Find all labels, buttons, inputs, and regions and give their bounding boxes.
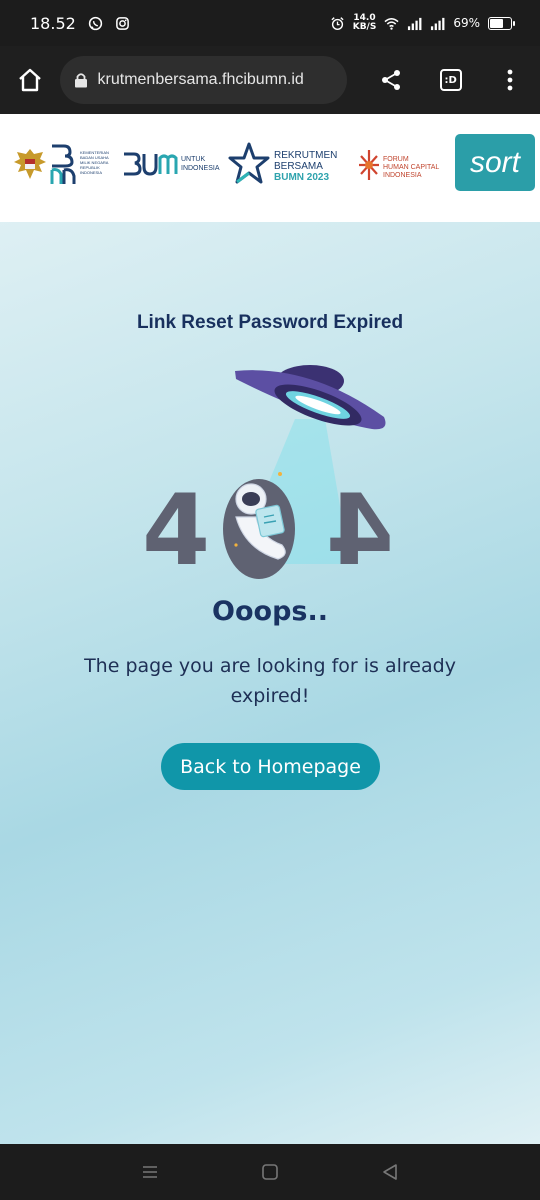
battery-fill: [490, 18, 503, 28]
more-vert-icon: [507, 69, 513, 91]
signal-icon: [408, 17, 422, 30]
tab-switcher-button[interactable]: :D: [421, 46, 481, 114]
tab-switcher-icon: :D: [439, 69, 462, 91]
rekrutmen-line1: REKRUTMEN: [274, 150, 338, 161]
web-page: KEMENTERIAN BADAN USAHA MILIK NEGARA REP…: [0, 114, 540, 1144]
logo-strip: KEMENTERIAN BADAN USAHA MILIK NEGARA REP…: [0, 114, 540, 222]
android-nav-bar: [0, 1144, 540, 1200]
browser-toolbar: krutmenbersama.fhcibumn.id :D: [0, 46, 540, 114]
home-icon: [18, 68, 41, 92]
recents-button[interactable]: [130, 1152, 170, 1192]
error-message: The page you are looking for is already …: [84, 655, 456, 707]
back-triangle-icon: [383, 1164, 397, 1180]
home-square-icon: [262, 1164, 278, 1180]
oops-heading: Ooops..: [212, 596, 328, 627]
digit-right: 4: [326, 474, 394, 588]
status-time: 18.52: [30, 13, 76, 33]
battery-percent: 69%: [453, 16, 480, 30]
rekrutmen-star-logo-icon: [228, 142, 270, 184]
page-heading: Link Reset Password Expired: [136, 312, 404, 333]
phone-screen: 18.52 14.0 KB/S 69% krutmenbersama.fhcib…: [0, 0, 540, 1200]
forum-line2: HUMAN CAPITAL: [383, 164, 440, 171]
back-to-homepage-button[interactable]: Back to Homepage: [161, 743, 380, 790]
forum-hci-text: FORUM HUMAN CAPITAL INDONESIA: [383, 156, 439, 180]
status-right: 14.0 KB/S 69%: [330, 14, 515, 32]
instagram-icon: [115, 16, 129, 30]
bumn-untuk-text: UNTUK: [181, 156, 206, 163]
forum-line3: INDONESIA: [383, 172, 422, 179]
url-text: krutmenbersama.fhcibumn.id: [97, 71, 304, 88]
rekrutmen-line2: BERSAMA: [274, 161, 323, 172]
battery-icon: [488, 16, 515, 30]
lock-icon: [74, 73, 87, 88]
back-nav-button[interactable]: [370, 1152, 410, 1192]
signal-icon: [431, 17, 445, 30]
kementerian-text: KEMENTERIAN BADAN USAHA MILIK NEGARA REP…: [80, 150, 109, 175]
forum-line1: FORUM: [383, 156, 409, 163]
status-bar: 18.52 14.0 KB/S 69%: [0, 0, 540, 46]
bumn-untuk-indonesia-logo-icon: [124, 152, 178, 176]
garuda-emblem-icon: [14, 149, 46, 179]
more-menu-button[interactable]: [480, 46, 540, 114]
net-speed-unit: KB/S: [352, 22, 377, 32]
wifi-icon: [384, 17, 399, 30]
home-nav-button[interactable]: [250, 1152, 290, 1192]
share-icon: [382, 70, 401, 90]
bumn-indonesia-text: INDONESIA: [181, 165, 220, 172]
rekrutmen-line3: BUMN 2023: [274, 172, 330, 183]
digit-left: 4: [142, 474, 210, 588]
home-button[interactable]: [0, 46, 60, 114]
bumn-untuk-indonesia-text: UNTUK INDONESIA: [181, 155, 220, 173]
sort-logo: sort: [455, 134, 535, 191]
url-bar[interactable]: krutmenbersama.fhcibumn.id: [59, 56, 348, 104]
ufo-404-illustration: 4 4: [142, 365, 394, 588]
whatsapp-icon: [88, 16, 102, 30]
net-speed: 14.0 KB/S: [353, 14, 377, 32]
forum-hci-logo-icon: [359, 150, 379, 180]
kementerian-bumn-logo-icon: [50, 144, 76, 184]
status-left: 18.52: [30, 14, 130, 33]
share-button[interactable]: [361, 46, 421, 114]
alarm-icon: [331, 16, 344, 30]
recents-icon: [143, 1166, 157, 1178]
rekrutmen-bersama-text: REKRUTMEN BERSAMA BUMN 2023: [274, 150, 337, 183]
